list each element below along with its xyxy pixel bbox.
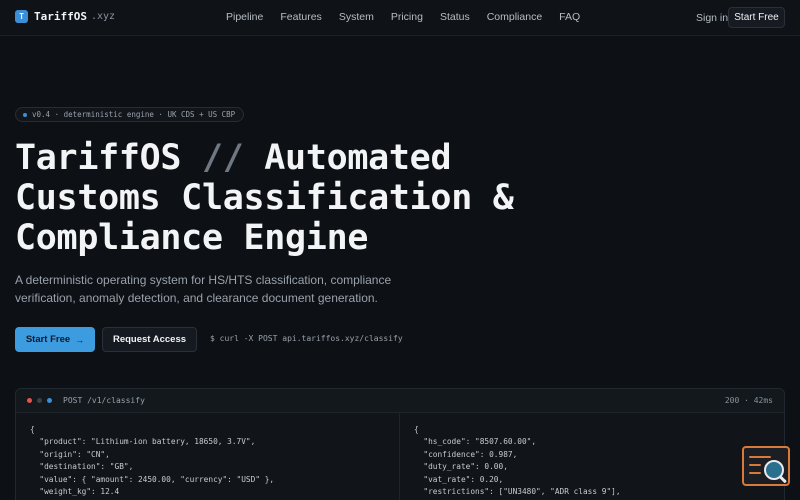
nav-link-compliance[interactable]: Compliance (487, 11, 542, 23)
headline-part-b: Automated (243, 138, 452, 178)
top-nav: T TariffOS .xyz Pipeline Features System… (0, 0, 800, 36)
widget-line (749, 456, 771, 458)
hero-subtitle: A deterministic operating system for HS/… (15, 273, 392, 305)
headline-part-a: TariffOS (15, 138, 202, 178)
headline-part-d: Compliance Engine (15, 218, 369, 258)
page-title: TariffOS // Automated Customs Classifica… (15, 138, 715, 258)
nav-link-status[interactable]: Status (440, 11, 470, 23)
request-access-button[interactable]: Request Access (102, 327, 197, 352)
nav-link-pipeline[interactable]: Pipeline (226, 11, 263, 23)
version-badge-text: v0.4 · deterministic engine · UK CDS + U… (32, 110, 236, 119)
sign-in-link[interactable]: Sign in (696, 12, 728, 24)
status-dot-icon (23, 112, 27, 117)
nav-link-features[interactable]: Features (280, 11, 321, 23)
response-pane: { "hs_code": "8507.60.00", "confidence":… (400, 413, 784, 500)
version-badge: v0.4 · deterministic engine · UK CDS + U… (15, 107, 245, 122)
response-line: "restrictions": ["UN3480", "ADR class 9"… (414, 487, 621, 497)
nav-link-pricing[interactable]: Pricing (391, 11, 423, 23)
start-free-nav-button[interactable]: Start Free (728, 7, 785, 28)
response-line: "hs_code": "8507.60.00", (414, 437, 537, 447)
widget-line (749, 472, 761, 474)
headline-part-c: Customs Classification & (15, 178, 514, 218)
window-dot-red-icon (27, 398, 32, 403)
request-pane: { "product": "Lithium-ion battery, 18650… (16, 413, 400, 500)
response-line: "confidence": 0.987, (414, 449, 518, 459)
window-dot-blue-icon (47, 398, 52, 403)
curl-command: $ curl -X POST api.tariffos.xyz/classify (210, 334, 403, 343)
api-demo-panel: POST /v1/classify 200 · 42ms { "product"… (15, 388, 785, 500)
headline-slashes: // (201, 138, 244, 178)
brand-tld: .xyz (90, 11, 116, 22)
magnifier-handle (779, 475, 787, 484)
window-dots (27, 398, 57, 403)
response-line: { (414, 425, 419, 434)
request-line: { (30, 425, 35, 434)
brand-name: TariffOS (34, 10, 87, 23)
panel-endpoint: POST /v1/classify (63, 396, 145, 405)
response-line: "duty_rate": 0.00, (414, 462, 508, 472)
brand-mark-icon: T (15, 10, 28, 23)
request-line: "origin": "CN", (30, 449, 110, 459)
response-line: "vat_rate": 0.20, (414, 474, 504, 484)
panel-header: POST /v1/classify 200 · 42ms (16, 389, 784, 413)
request-line: "product": "Lithium-ion battery, 18650, … (30, 437, 256, 447)
widget-line (749, 464, 761, 466)
brand-logo[interactable]: T TariffOS .xyz (15, 10, 115, 23)
nav-link-system[interactable]: System (339, 11, 374, 23)
nav-link-faq[interactable]: FAQ (559, 11, 580, 23)
request-line: "destination": "GB", (30, 462, 134, 472)
window-dot-gray-icon (37, 398, 42, 403)
request-line: "weight_kg": 12.4 (30, 487, 120, 497)
start-free-button[interactable]: Start Free → (15, 327, 95, 352)
nav-links: Pipeline Features System Pricing Status … (226, 11, 597, 23)
arrow-right-icon: → (75, 334, 85, 345)
inspector-widget-icon[interactable] (742, 446, 790, 486)
start-free-label: Start Free (25, 334, 71, 345)
panel-status: 200 · 42ms (724, 396, 773, 405)
request-line: "value": { "amount": 2450.00, "currency"… (30, 474, 275, 484)
